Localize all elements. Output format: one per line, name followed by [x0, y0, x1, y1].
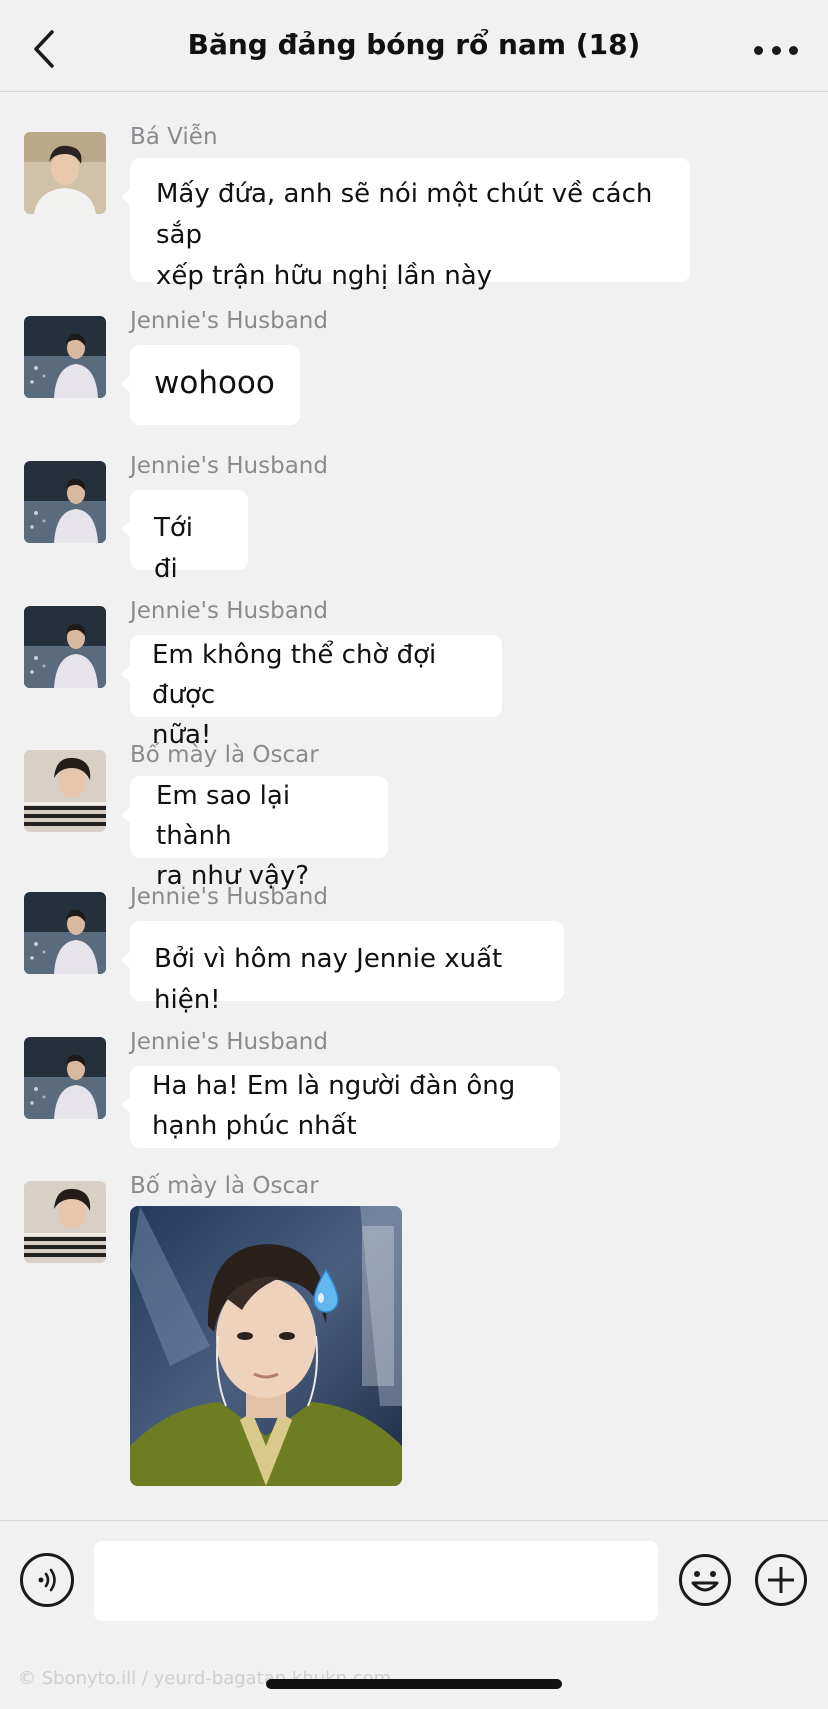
more-horizontal-icon: [754, 45, 763, 55]
message-bubble[interactable]: Tới đi: [121, 490, 248, 584]
message-bubble[interactable]: Mấy đứa, anh sẽ nói một chút về cách sắp…: [121, 158, 690, 291]
avatar-jennies-husband[interactable]: [24, 316, 106, 398]
sender-name: Jennie's Husband: [130, 598, 328, 624]
sender-name: Bố mày là Oscar: [130, 742, 319, 768]
message-bubble[interactable]: wohooo: [121, 345, 300, 425]
sender-name: Jennie's Husband: [130, 1029, 328, 1055]
message-input[interactable]: [94, 1541, 658, 1621]
more-actions-button[interactable]: [754, 1553, 808, 1607]
avatar-jennies-husband[interactable]: [24, 461, 106, 543]
more-options-button[interactable]: [748, 30, 804, 70]
sender-name: Jennie's Husband: [130, 884, 328, 910]
sender-name: Jennie's Husband: [130, 453, 328, 479]
message-bubble[interactable]: Bởi vì hôm nay Jennie xuất hiện!: [121, 921, 564, 1015]
avatar-oscar[interactable]: [24, 750, 106, 832]
home-indicator[interactable]: [266, 1679, 562, 1689]
sender-name: Bố mày là Oscar: [130, 1173, 319, 1199]
chevron-left-icon: [34, 30, 54, 68]
avatar-jennies-husband[interactable]: [24, 892, 106, 974]
avatar-jennies-husband[interactable]: [24, 606, 106, 688]
message-bubble[interactable]: Em sao lại thành ra như vậy?: [121, 776, 388, 891]
voice-button[interactable]: [20, 1553, 74, 1607]
smiley-icon: [679, 1554, 731, 1606]
emoji-button[interactable]: [678, 1553, 732, 1607]
plus-circle-icon: [755, 1554, 807, 1606]
message-bubble[interactable]: Ha ha! Em là người đàn ông hạnh phúc nhấ…: [121, 1066, 560, 1148]
avatar-oscar[interactable]: [24, 1181, 106, 1263]
avatar-jennies-husband[interactable]: [24, 1037, 106, 1119]
chat-title: Băng đảng bóng rổ nam (18): [187, 28, 641, 61]
message-bubble[interactable]: Em không thể chờ đợi được nữa!: [121, 635, 502, 750]
chat-header: Băng đảng bóng rổ nam (18): [0, 0, 828, 92]
image-message[interactable]: [130, 1206, 402, 1486]
sender-name: Bá Viễn: [130, 124, 218, 150]
back-button[interactable]: [24, 24, 64, 74]
voice-icon: [38, 1568, 56, 1592]
sender-name: Jennie's Husband: [130, 308, 328, 334]
sweat-drop-reaction-photo: [130, 1206, 402, 1486]
avatar-ba-vien[interactable]: [24, 132, 106, 214]
